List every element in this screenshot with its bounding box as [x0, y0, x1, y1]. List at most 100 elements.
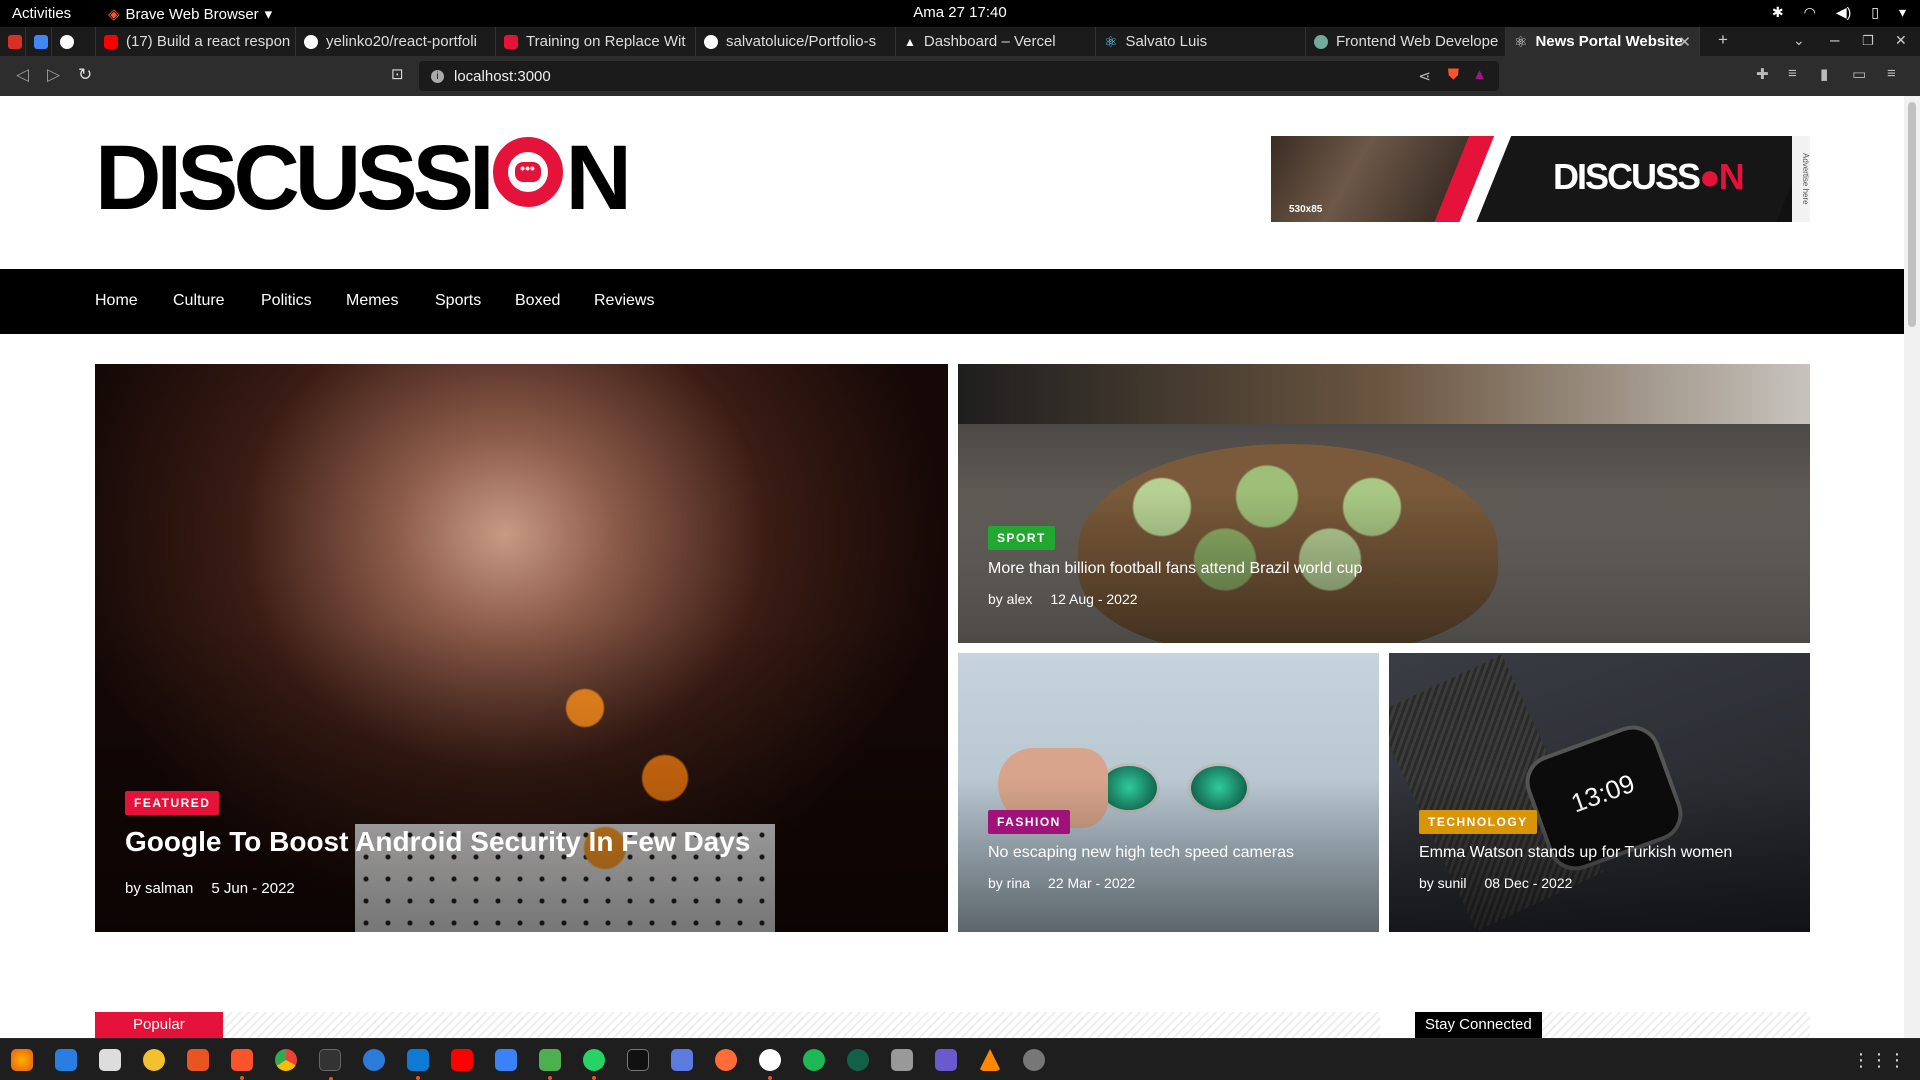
software-icon[interactable]	[187, 1049, 209, 1071]
bookmark-icon[interactable]: ⊡	[391, 65, 404, 83]
sport-title[interactable]: More than billion football fans attend B…	[988, 560, 1362, 578]
tab-search-icon[interactable]: ⌄	[1793, 32, 1805, 49]
nav-politics[interactable]: Politics	[261, 292, 312, 310]
wifi-icon[interactable]: ◠	[1804, 4, 1816, 21]
fashion-card[interactable]: FASHION No escaping new high tech speed …	[958, 653, 1379, 932]
postman-icon[interactable]	[715, 1049, 737, 1071]
technology-card[interactable]: 13:09 TECHNOLOGY Emma Watson stands up f…	[1389, 653, 1810, 932]
browser-toolbar: ◁ ▷ ↻ ⊡ i localhost:3000 ⋖ ⛊ ▲ ✚ ≡ ▮ ▭ ≡	[0, 56, 1920, 96]
calculator-icon[interactable]	[671, 1049, 693, 1071]
featured-author[interactable]: by salman	[125, 880, 193, 897]
close-tab-icon[interactable]: ✕	[1678, 33, 1691, 51]
header-ad-banner[interactable]: DISCUSS●N 530x85 Advertise here	[1271, 136, 1810, 222]
back-icon[interactable]: ◁	[16, 65, 29, 85]
forward-icon[interactable]: ▷	[47, 65, 60, 85]
tab-training[interactable]: Training on Replace Wit	[496, 27, 696, 56]
technology-author[interactable]: by sunil	[1419, 875, 1466, 891]
show-applications-icon[interactable]: ⋮⋮⋮	[1852, 1050, 1906, 1071]
scrollbar-thumb[interactable]	[1908, 102, 1916, 327]
brave-icon: ◈	[108, 6, 120, 23]
tab-github-yelinko[interactable]: yelinko20/react-portfoli	[296, 27, 496, 56]
ad-size-label: 530x85	[1289, 204, 1323, 215]
thunderbird-icon[interactable]	[55, 1049, 77, 1071]
technology-badge[interactable]: TECHNOLOGY	[1419, 810, 1537, 834]
sidebar-icon[interactable]: ▮	[1820, 65, 1828, 83]
brave-rewards-icon[interactable]: ▲	[1472, 66, 1487, 83]
vlc-icon[interactable]	[979, 1049, 1001, 1071]
vscode-icon[interactable]	[407, 1049, 429, 1080]
tab-salvato-luis[interactable]: ⚛ Salvato Luis	[1096, 27, 1306, 56]
fashion-badge[interactable]: FASHION	[988, 810, 1070, 834]
featured-badge[interactable]: FEATURED	[125, 791, 220, 815]
nav-boxed[interactable]: Boxed	[515, 292, 560, 310]
tab-vercel[interactable]: ▲ Dashboard – Vercel	[896, 27, 1096, 56]
terminal-icon[interactable]	[319, 1049, 341, 1080]
tab-pinned-gmail[interactable]	[0, 27, 26, 56]
close-window-icon[interactable]: ✕	[1895, 32, 1907, 49]
fashion-title[interactable]: No escaping new high tech speed cameras	[988, 844, 1294, 862]
tab-chatgpt[interactable]: Frontend Web Develope	[1306, 27, 1506, 56]
update-icon[interactable]	[1023, 1049, 1045, 1071]
whatsapp-icon[interactable]	[583, 1049, 605, 1080]
brave-shields-icon[interactable]: ⛊	[1448, 66, 1459, 83]
page-scrollbar[interactable]	[1904, 96, 1920, 1038]
tab-news-portal[interactable]: ⚛ News Portal Website ✕	[1506, 27, 1700, 56]
stay-connected-header: Stay Connected	[1415, 1012, 1810, 1038]
restore-icon[interactable]: ❐	[1862, 33, 1874, 49]
files-icon[interactable]	[99, 1049, 121, 1071]
technology-title[interactable]: Emma Watson stands up for Turkish women	[1419, 844, 1732, 862]
menu-icon[interactable]: ≡	[1887, 65, 1896, 82]
playlist-icon[interactable]: ≡	[1788, 65, 1797, 82]
nav-reviews[interactable]: Reviews	[594, 292, 654, 310]
picture-icon[interactable]	[539, 1049, 561, 1080]
notes-icon[interactable]	[627, 1049, 649, 1071]
document-icon[interactable]	[495, 1049, 517, 1071]
popular-label[interactable]: Popular	[95, 1012, 223, 1038]
power-menu-icon[interactable]: ▾	[1899, 4, 1906, 21]
clock[interactable]: Ama 27 17:40	[913, 4, 1006, 21]
minimize-icon[interactable]: –	[1830, 30, 1839, 50]
database-icon[interactable]	[891, 1049, 913, 1071]
nav-sports[interactable]: Sports	[435, 292, 481, 310]
featured-title[interactable]: Google To Boost Android Security In Few …	[125, 826, 750, 858]
new-tab-button[interactable]: +	[1718, 30, 1728, 50]
tab-github-salvatoluice[interactable]: salvatoluice/Portfolio-s	[696, 27, 896, 56]
app-menu[interactable]: ◈ Brave Web Browser ▾	[108, 5, 272, 24]
ad-side-label: Advertise here	[1792, 136, 1810, 222]
tab-pinned-medium[interactable]	[52, 27, 96, 56]
sport-badge[interactable]: SPORT	[988, 526, 1055, 550]
sport-card[interactable]: SPORT More than billion football fans at…	[958, 364, 1810, 643]
activities-button[interactable]: Activities	[12, 5, 71, 22]
help-icon[interactable]	[363, 1049, 385, 1071]
brave-icon[interactable]	[231, 1049, 253, 1080]
extensions-icon[interactable]: ✚	[1756, 65, 1769, 83]
sport-author[interactable]: by alex	[988, 591, 1032, 607]
nav-memes[interactable]: Memes	[346, 292, 398, 310]
youtube-icon[interactable]	[451, 1049, 473, 1071]
nav-home[interactable]: Home	[95, 292, 138, 310]
firefox-icon[interactable]	[11, 1049, 33, 1071]
spotify-icon[interactable]	[803, 1049, 825, 1071]
input-method-icon[interactable]: ✱	[1772, 4, 1784, 21]
nav-culture[interactable]: Culture	[173, 292, 225, 310]
fashion-author[interactable]: by rina	[988, 875, 1030, 891]
battery-icon[interactable]: ▯	[1871, 4, 1879, 21]
site-logo[interactable]: DISCUSSI ••• N	[95, 132, 632, 224]
screenshot-icon[interactable]	[935, 1049, 957, 1071]
chrome-icon[interactable]	[275, 1049, 297, 1071]
mongodb-icon[interactable]	[847, 1049, 869, 1071]
featured-card[interactable]: FEATURED Google To Boost Android Securit…	[95, 364, 948, 932]
reload-icon[interactable]: ↻	[78, 65, 92, 85]
fashion-date: 22 Mar - 2022	[1048, 875, 1136, 891]
rhythmbox-icon[interactable]	[143, 1049, 165, 1071]
slack-icon[interactable]	[759, 1049, 781, 1080]
wallet-icon[interactable]: ▭	[1852, 65, 1866, 83]
tab-pinned-calendar[interactable]	[26, 27, 52, 56]
address-bar[interactable]: i localhost:3000 ⋖ ⛊ ▲	[419, 61, 1499, 91]
volume-icon[interactable]: ◀)	[1836, 4, 1851, 21]
site-info-icon[interactable]: i	[431, 69, 444, 83]
share-icon[interactable]: ⋖	[1418, 67, 1431, 85]
system-tray[interactable]: ✱ ◠ ◀) ▯ ▾	[1772, 4, 1906, 21]
tab-youtube[interactable]: (17) Build a react respon	[96, 27, 296, 56]
logo-chat-bubble-icon: •••	[492, 137, 563, 207]
